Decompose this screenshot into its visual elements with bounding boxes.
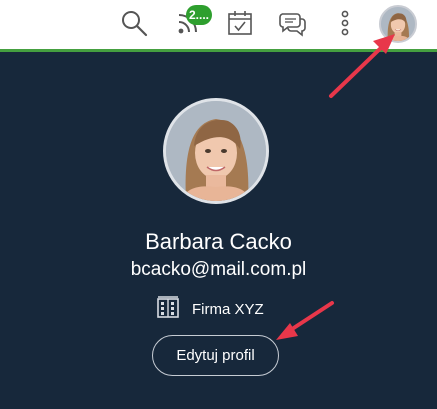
company-name: Firma XYZ (192, 300, 264, 318)
profile-avatar (163, 98, 269, 204)
chat-bubbles-icon[interactable] (276, 6, 310, 40)
notification-badge: 2.... (186, 5, 213, 25)
building-icon (156, 295, 180, 324)
company-row: Firma XYZ (156, 295, 264, 324)
user-email: bcacko@mail.com.pl (130, 259, 307, 280)
top-bar: 2.... (0, 0, 437, 52)
user-name: Barbara Cacko (145, 229, 292, 254)
edit-profile-button[interactable]: Edytuj profil (152, 335, 279, 376)
calendar-check-icon[interactable] (223, 6, 257, 40)
more-vertical-icon[interactable] (328, 6, 362, 40)
search-icon[interactable] (117, 6, 151, 40)
avatar[interactable] (379, 5, 417, 43)
